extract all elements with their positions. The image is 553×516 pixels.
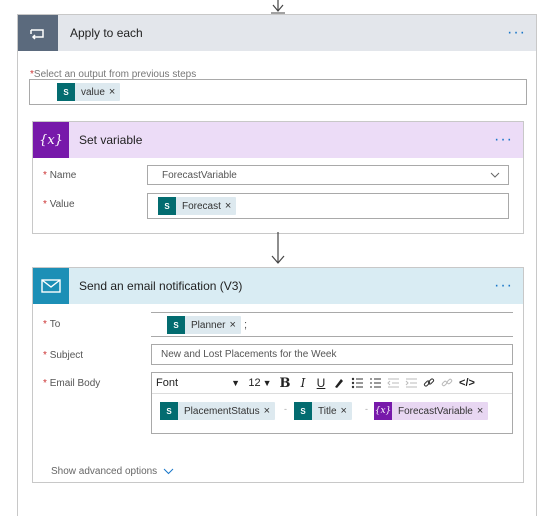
caret-down-icon: ▼ <box>231 378 240 388</box>
connector-arrow-icon <box>271 232 285 264</box>
output-field[interactable]: S value × <box>29 79 527 105</box>
italic-button[interactable]: I <box>294 374 312 392</box>
title-token[interactable]: S Title × <box>294 402 352 420</box>
required-mark: * <box>43 350 47 361</box>
underline-button[interactable]: U <box>312 374 330 392</box>
remove-forecast-variable-token-icon[interactable]: × <box>477 405 488 417</box>
show-advanced-options-link[interactable]: Show advanced options <box>51 466 174 477</box>
name-dropdown[interactable]: ForecastVariable <box>147 165 509 185</box>
remove-forecast-token-icon[interactable]: × <box>225 200 236 212</box>
send-email-card: Send an email notification (V3) ··· * To… <box>32 267 524 483</box>
bullet-list-icon[interactable] <box>348 374 366 392</box>
apply-to-each-header[interactable]: Apply to each ··· <box>18 15 536 51</box>
sharepoint-icon: S <box>167 316 185 334</box>
token-separator: - <box>284 404 287 414</box>
subject-value: New and Lost Placements for the Week <box>161 349 337 360</box>
send-email-more-menu[interactable]: ··· <box>494 278 513 294</box>
unlink-icon[interactable] <box>438 374 456 392</box>
highlight-pen-icon[interactable] <box>330 374 348 392</box>
required-mark: * <box>43 378 47 389</box>
show-advanced-options-label: Show advanced options <box>51 466 158 477</box>
sharepoint-icon: S <box>57 83 75 101</box>
apply-to-each-title: Apply to each <box>70 26 143 40</box>
sharepoint-icon: S <box>160 402 178 420</box>
loop-icon <box>18 15 58 51</box>
planner-token[interactable]: S Planner × <box>167 316 241 334</box>
token-separator: - <box>365 404 368 414</box>
set-variable-header[interactable]: {x} Set variable ··· <box>33 122 523 158</box>
forecast-token[interactable]: S Forecast × <box>158 197 237 215</box>
increase-indent-icon[interactable] <box>402 374 420 392</box>
value-label-text: Value <box>49 199 75 210</box>
remove-planner-token-icon[interactable]: × <box>229 319 240 331</box>
required-mark: * <box>43 319 47 330</box>
send-email-title: Send an email notification (V3) <box>79 279 243 293</box>
forecast-variable-token[interactable]: {x} ForecastVariable × <box>374 402 489 420</box>
font-dropdown[interactable]: Font ▼ <box>156 374 244 392</box>
variable-icon: {x} <box>33 122 69 158</box>
font-dropdown-label: Font <box>156 377 179 389</box>
set-variable-card: {x} Set variable ··· * Name ForecastVari… <box>32 121 524 234</box>
planner-token-label: Planner <box>191 319 226 331</box>
code-view-button[interactable]: </> <box>456 374 478 392</box>
rich-text-toolbar: Font ▼ 12 ▼ B I U </> <box>152 373 512 394</box>
title-token-label: Title <box>318 405 337 417</box>
variable-icon: {x} <box>374 402 392 420</box>
email-body-label-text: Email Body <box>49 378 101 389</box>
placement-status-token[interactable]: S PlacementStatus × <box>160 402 276 420</box>
chevron-down-icon <box>490 172 500 178</box>
apply-to-each-more-menu[interactable]: ··· <box>507 25 526 41</box>
sharepoint-icon: S <box>294 402 312 420</box>
send-email-header[interactable]: Send an email notification (V3) ··· <box>33 268 523 304</box>
font-size-label: 12 <box>248 377 261 389</box>
email-body-editor[interactable]: Font ▼ 12 ▼ B I U </> S PlacementStatus … <box>151 372 513 434</box>
remove-value-token-icon[interactable]: × <box>109 86 120 98</box>
value-label: * Value <box>43 199 75 210</box>
value-field[interactable]: S Forecast × <box>147 193 509 219</box>
top-connector-arrow-icon <box>271 0 285 14</box>
chevron-down-icon <box>163 468 174 475</box>
value-token[interactable]: S value × <box>57 83 121 101</box>
sharepoint-icon: S <box>158 197 176 215</box>
bold-button[interactable]: B <box>276 374 294 392</box>
font-size-dropdown[interactable]: 12 ▼ <box>244 374 276 392</box>
to-field[interactable]: S Planner × ; <box>151 312 513 337</box>
numbered-list-icon[interactable] <box>366 374 384 392</box>
subject-label: * Subject <box>43 350 83 361</box>
value-token-label: value <box>81 86 105 98</box>
name-label-text: Name <box>49 170 77 181</box>
placement-status-token-label: PlacementStatus <box>184 405 260 417</box>
set-variable-title: Set variable <box>79 133 143 147</box>
remove-title-token-icon[interactable]: × <box>341 405 352 417</box>
name-dropdown-value: ForecastVariable <box>162 169 237 181</box>
link-icon[interactable] <box>420 374 438 392</box>
mail-icon <box>33 268 69 304</box>
required-mark: * <box>43 170 47 181</box>
subject-label-text: Subject <box>49 350 84 361</box>
set-variable-more-menu[interactable]: ··· <box>494 132 513 148</box>
to-separator: ; <box>244 319 248 331</box>
subject-field[interactable]: New and Lost Placements for the Week <box>151 344 513 365</box>
forecast-variable-token-label: ForecastVariable <box>398 405 473 417</box>
to-label-text: To <box>49 319 61 330</box>
caret-down-icon: ▼ <box>262 378 272 388</box>
decrease-indent-icon[interactable] <box>384 374 402 392</box>
name-label: * Name <box>43 170 76 181</box>
forecast-token-label: Forecast <box>182 200 221 212</box>
to-label: * To <box>43 319 60 330</box>
required-mark: * <box>43 199 47 210</box>
email-body-label: * Email Body <box>43 378 100 389</box>
remove-placement-status-token-icon[interactable]: × <box>264 405 275 417</box>
